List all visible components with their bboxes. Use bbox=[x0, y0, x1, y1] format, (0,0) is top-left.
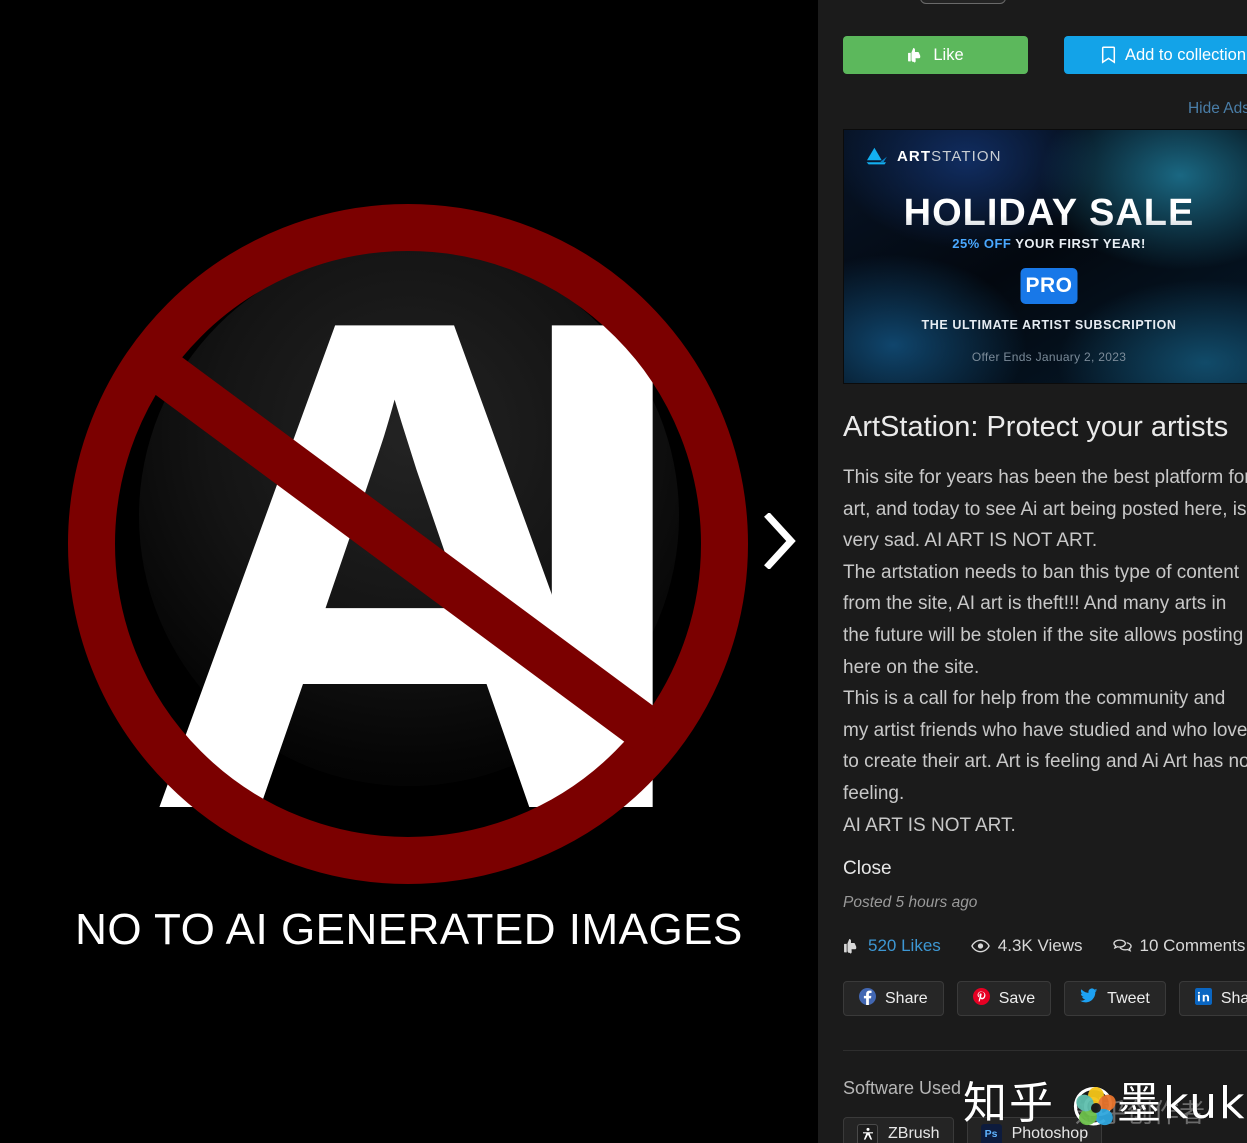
pinterest-save-label: Save bbox=[998, 989, 1036, 1007]
facebook-icon bbox=[859, 987, 876, 1010]
ad-pro-badge: PRO bbox=[1020, 268, 1078, 304]
action-button-row: Like Add to collection bbox=[843, 36, 1247, 74]
artwork-image: A I NO TO AI GENERATED IMAGES bbox=[0, 0, 818, 1143]
ad-tagline: THE ULTIMATE ARTIST SUBSCRIPTION bbox=[921, 318, 1177, 332]
section-divider bbox=[843, 1050, 1247, 1051]
facebook-share-label: Share bbox=[885, 989, 928, 1007]
ad-brand-light: STATION bbox=[931, 147, 1002, 165]
twitter-icon bbox=[1080, 988, 1098, 1009]
ad-headline: HOLIDAY SALE bbox=[844, 192, 1247, 235]
facebook-share-button[interactable]: Share bbox=[843, 981, 944, 1016]
add-to-collection-label: Add to collection bbox=[1124, 45, 1247, 64]
post-stats-row: 520 Likes 4.3K Views 10 Comments bbox=[843, 936, 1247, 956]
software-tag-photoshop-label: Photoshop bbox=[1011, 1125, 1089, 1142]
thumbs-up-icon bbox=[907, 47, 924, 64]
chevron-right-icon bbox=[763, 513, 797, 569]
thumbs-up-icon bbox=[843, 938, 860, 955]
linkedin-share-label: Share bbox=[1220, 989, 1247, 1007]
ad-offer-ends: Offer Ends January 2, 2023 bbox=[971, 350, 1127, 364]
stat-views-value: 4.3K Views bbox=[997, 936, 1083, 955]
zbrush-icon bbox=[857, 1123, 878, 1143]
software-tag-zbrush[interactable]: ZBrush bbox=[843, 1117, 954, 1143]
add-to-collection-button[interactable]: Add to collection bbox=[1064, 36, 1247, 74]
stat-likes-value: 520 Likes bbox=[868, 936, 941, 955]
artwork-caption: NO TO AI GENERATED IMAGES bbox=[75, 905, 743, 954]
share-button-row: Share Save Tweet Share bbox=[843, 981, 1247, 1016]
close-description-link[interactable]: Close bbox=[843, 858, 892, 880]
next-image-button[interactable] bbox=[750, 505, 810, 577]
photoshop-icon: Ps bbox=[980, 1123, 1002, 1143]
twitter-tweet-label: Tweet bbox=[1107, 989, 1150, 1007]
like-button[interactable]: Like bbox=[843, 36, 1028, 74]
software-tag-list: ZBrush Ps Photoshop bbox=[843, 1117, 1103, 1143]
bookmark-icon bbox=[1101, 46, 1116, 64]
ad-discount-percent: 25% OFF bbox=[952, 236, 1012, 251]
artwork-viewer[interactable]: A I NO TO AI GENERATED IMAGES bbox=[0, 0, 818, 1143]
ad-subline-rest: YOUR FIRST YEAR! bbox=[1011, 236, 1146, 251]
post-title: ArtStation: Protect your artists bbox=[843, 411, 1229, 443]
twitter-tweet-button[interactable]: Tweet bbox=[1064, 981, 1166, 1016]
ad-subline: 25% OFF YOUR FIRST YEAR! bbox=[844, 236, 1247, 251]
post-info-sidebar: Like Add to collection Hide Ads ARTSTATI… bbox=[818, 0, 1247, 1143]
hide-ads-link[interactable]: Hide Ads bbox=[1188, 100, 1247, 118]
ad-brand-bold: ART bbox=[897, 147, 932, 165]
stat-likes[interactable]: 520 Likes bbox=[843, 936, 941, 956]
comment-icon bbox=[1112, 938, 1132, 954]
ad-brand-text: ARTSTATION bbox=[897, 148, 1002, 165]
pinterest-icon bbox=[972, 987, 990, 1010]
stat-views: 4.3K Views bbox=[970, 936, 1083, 956]
stat-comments-value: 10 Comments bbox=[1139, 936, 1246, 955]
partially-visible-top-button[interactable] bbox=[920, 0, 1006, 4]
artstation-logo-icon bbox=[866, 147, 888, 165]
screenshot-root: A I NO TO AI GENERATED IMAGES bbox=[0, 0, 1247, 1143]
software-tag-photoshop[interactable]: Ps Photoshop bbox=[966, 1117, 1103, 1143]
eye-icon bbox=[970, 939, 990, 953]
software-tag-zbrush-label: ZBrush bbox=[888, 1125, 940, 1142]
like-button-label: Like bbox=[933, 45, 964, 64]
posted-timestamp: Posted 5 hours ago bbox=[843, 894, 978, 911]
advertisement-banner[interactable]: ARTSTATION HOLIDAY SALE 25% OFF YOUR FIR… bbox=[843, 129, 1247, 384]
post-description: This site for years has been the best pl… bbox=[843, 467, 1247, 836]
stat-comments[interactable]: 10 Comments bbox=[1112, 936, 1246, 956]
linkedin-share-button[interactable]: Share bbox=[1178, 981, 1247, 1016]
linkedin-icon bbox=[1194, 987, 1212, 1010]
software-used-label: Software Used bbox=[843, 1078, 962, 1098]
pinterest-save-button[interactable]: Save bbox=[956, 981, 1052, 1016]
ad-brand-logo: ARTSTATION bbox=[866, 147, 1002, 165]
